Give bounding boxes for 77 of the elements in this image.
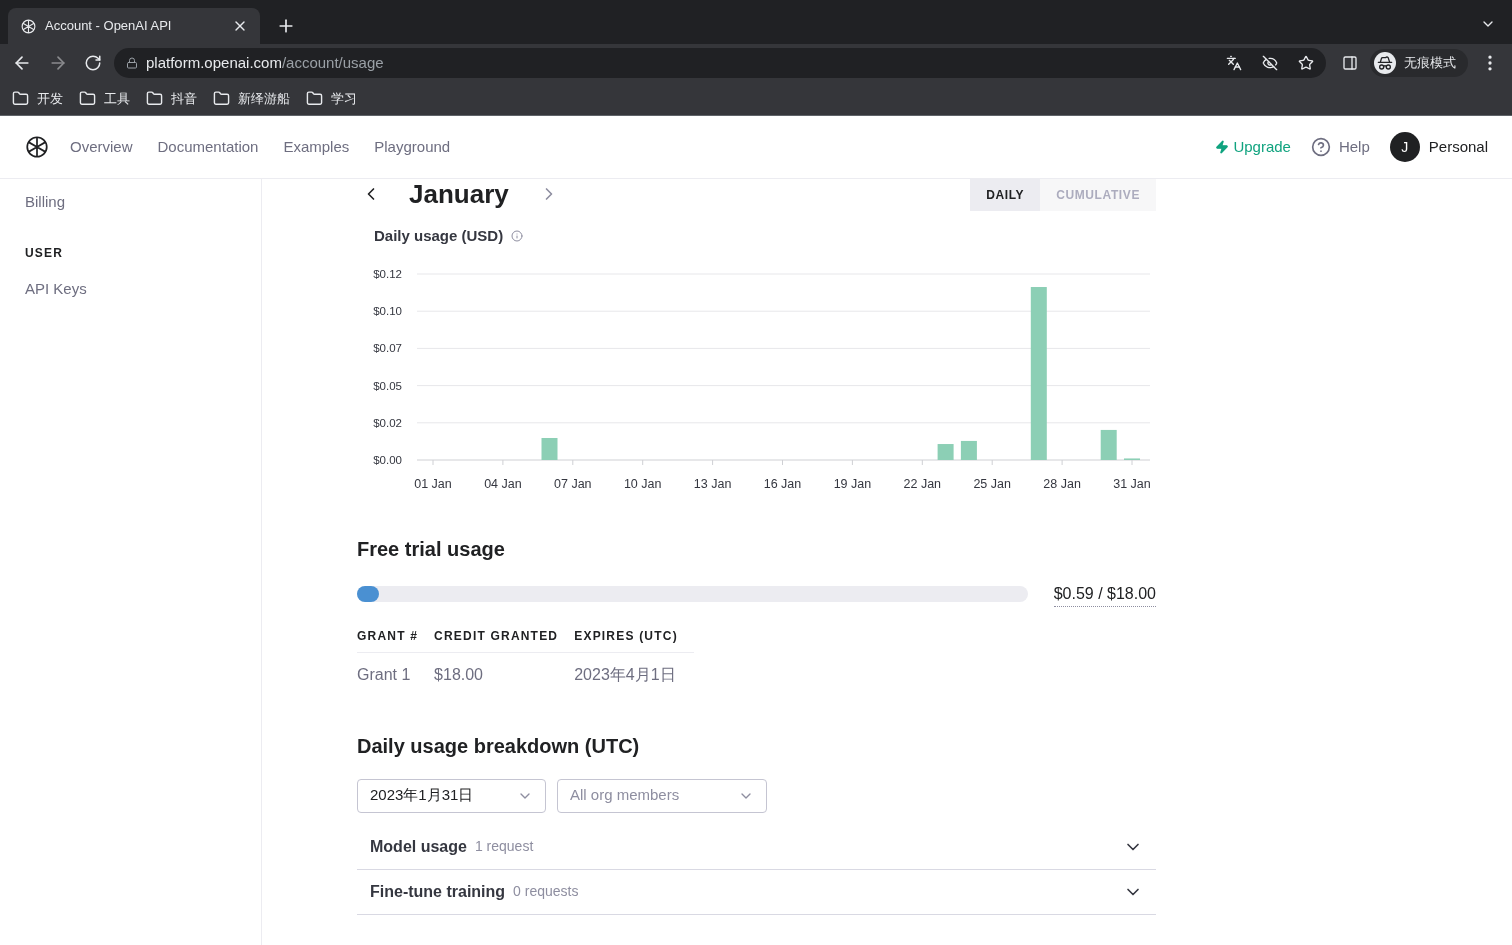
column-header: CREDIT GRANTED	[434, 626, 575, 652]
sidebar-item[interactable]: API Keys	[25, 277, 261, 300]
usage-bar	[541, 437, 558, 460]
accordion-row[interactable]: Fine-tune training 0 requests	[357, 869, 1156, 915]
x-axis-label: 01 Jan	[414, 476, 452, 491]
date-select[interactable]: 2023年1月31日	[357, 778, 546, 813]
help-link[interactable]: Help	[1310, 135, 1370, 159]
y-axis-label: $0.07	[373, 341, 402, 354]
bookmark[interactable]: 开发	[12, 88, 63, 109]
folder-icon	[12, 90, 29, 107]
table-cell: Grant 1	[357, 652, 435, 687]
x-axis-label: 28 Jan	[1043, 476, 1081, 491]
column-header: GRANT #	[357, 626, 435, 652]
account-name[interactable]: Personal	[1428, 135, 1488, 159]
usage-bar	[1100, 429, 1117, 460]
nav-link[interactable]: Examples	[283, 135, 350, 159]
bookmark[interactable]: 学习	[306, 88, 357, 109]
translate-icon[interactable]	[1226, 55, 1242, 71]
profile-chip[interactable]: 无痕模式	[1370, 49, 1468, 77]
reload-icon[interactable]	[84, 54, 102, 72]
help-icon	[1310, 137, 1331, 157]
x-axis-label: 16 Jan	[763, 476, 802, 491]
sidebar-heading: USER	[25, 244, 65, 262]
x-axis-label: 22 Jan	[903, 476, 942, 491]
x-axis-label: 10 Jan	[623, 476, 662, 491]
y-axis-label: $0.10	[373, 304, 402, 317]
month-title: January	[409, 177, 509, 211]
y-axis-label: $0.05	[373, 379, 402, 392]
view-tab[interactable]: DAILY	[970, 179, 1041, 211]
chart-title: Daily usage (USD)	[374, 226, 504, 246]
y-axis-label: $0.12	[373, 267, 402, 280]
y-axis-label: $0.00	[373, 453, 402, 466]
accordion-title: Fine-tune training	[370, 881, 506, 902]
column-header: EXPIRES (UTC)	[574, 626, 694, 652]
x-axis-label: 13 Jan	[693, 476, 732, 491]
openai-logo-icon	[24, 134, 50, 160]
url-text: platform.openai.com/account/usage	[146, 52, 384, 73]
x-axis-label: 07 Jan	[554, 476, 592, 491]
address-bar[interactable]: platform.openai.com/account/usage	[114, 48, 1326, 78]
sidebar-item[interactable]: Billing	[25, 191, 261, 214]
folder-icon	[79, 90, 96, 107]
section-title: Daily usage breakdown (UTC)	[357, 733, 641, 759]
y-axis-label: $0.02	[373, 416, 402, 429]
tab-title: Account - OpenAI API	[45, 17, 173, 36]
section-title: Free trial usage	[357, 536, 506, 562]
table-cell: $18.00	[434, 652, 575, 687]
accordion-title: Model usage	[370, 836, 467, 857]
folder-icon	[146, 90, 163, 107]
nav-link[interactable]: Overview	[70, 135, 133, 159]
folder-icon	[306, 90, 323, 107]
avatar[interactable]: J	[1389, 132, 1420, 162]
accordion-row[interactable]: Model usage 1 request	[357, 824, 1156, 870]
request-count: 1 request	[474, 837, 534, 856]
bookmark[interactable]: 新绎游船	[213, 88, 290, 109]
lightning-icon	[1215, 140, 1230, 154]
folder-icon	[213, 90, 230, 107]
nav-link[interactable]: Documentation	[157, 135, 259, 159]
incognito-icon	[1374, 52, 1396, 74]
openai-logo-icon	[20, 17, 37, 35]
usage-bar	[960, 440, 977, 460]
usage-bar	[1124, 457, 1140, 460]
nav-link[interactable]: Playground	[374, 135, 451, 159]
table-cell: 2023年4月1日	[574, 652, 694, 687]
eye-off-icon[interactable]	[1262, 55, 1278, 71]
star-icon[interactable]	[1298, 55, 1314, 71]
usage-bar	[937, 443, 954, 460]
lock-icon	[126, 57, 138, 69]
x-axis-label: 04 Jan	[484, 476, 522, 491]
x-axis-label: 25 Jan	[973, 476, 1011, 491]
bookmark[interactable]: 工具	[79, 88, 130, 109]
usage-reading: $0.59 / $18.00	[1053, 581, 1156, 607]
request-count: 0 requests	[513, 882, 579, 901]
browser-tab[interactable]: Account - OpenAI API	[8, 8, 260, 44]
side-panel-icon[interactable]	[1342, 55, 1358, 71]
bookmark[interactable]: 抖音	[146, 88, 197, 109]
x-axis-label: 31 Jan	[1113, 476, 1151, 491]
x-axis-label: 19 Jan	[833, 476, 872, 491]
